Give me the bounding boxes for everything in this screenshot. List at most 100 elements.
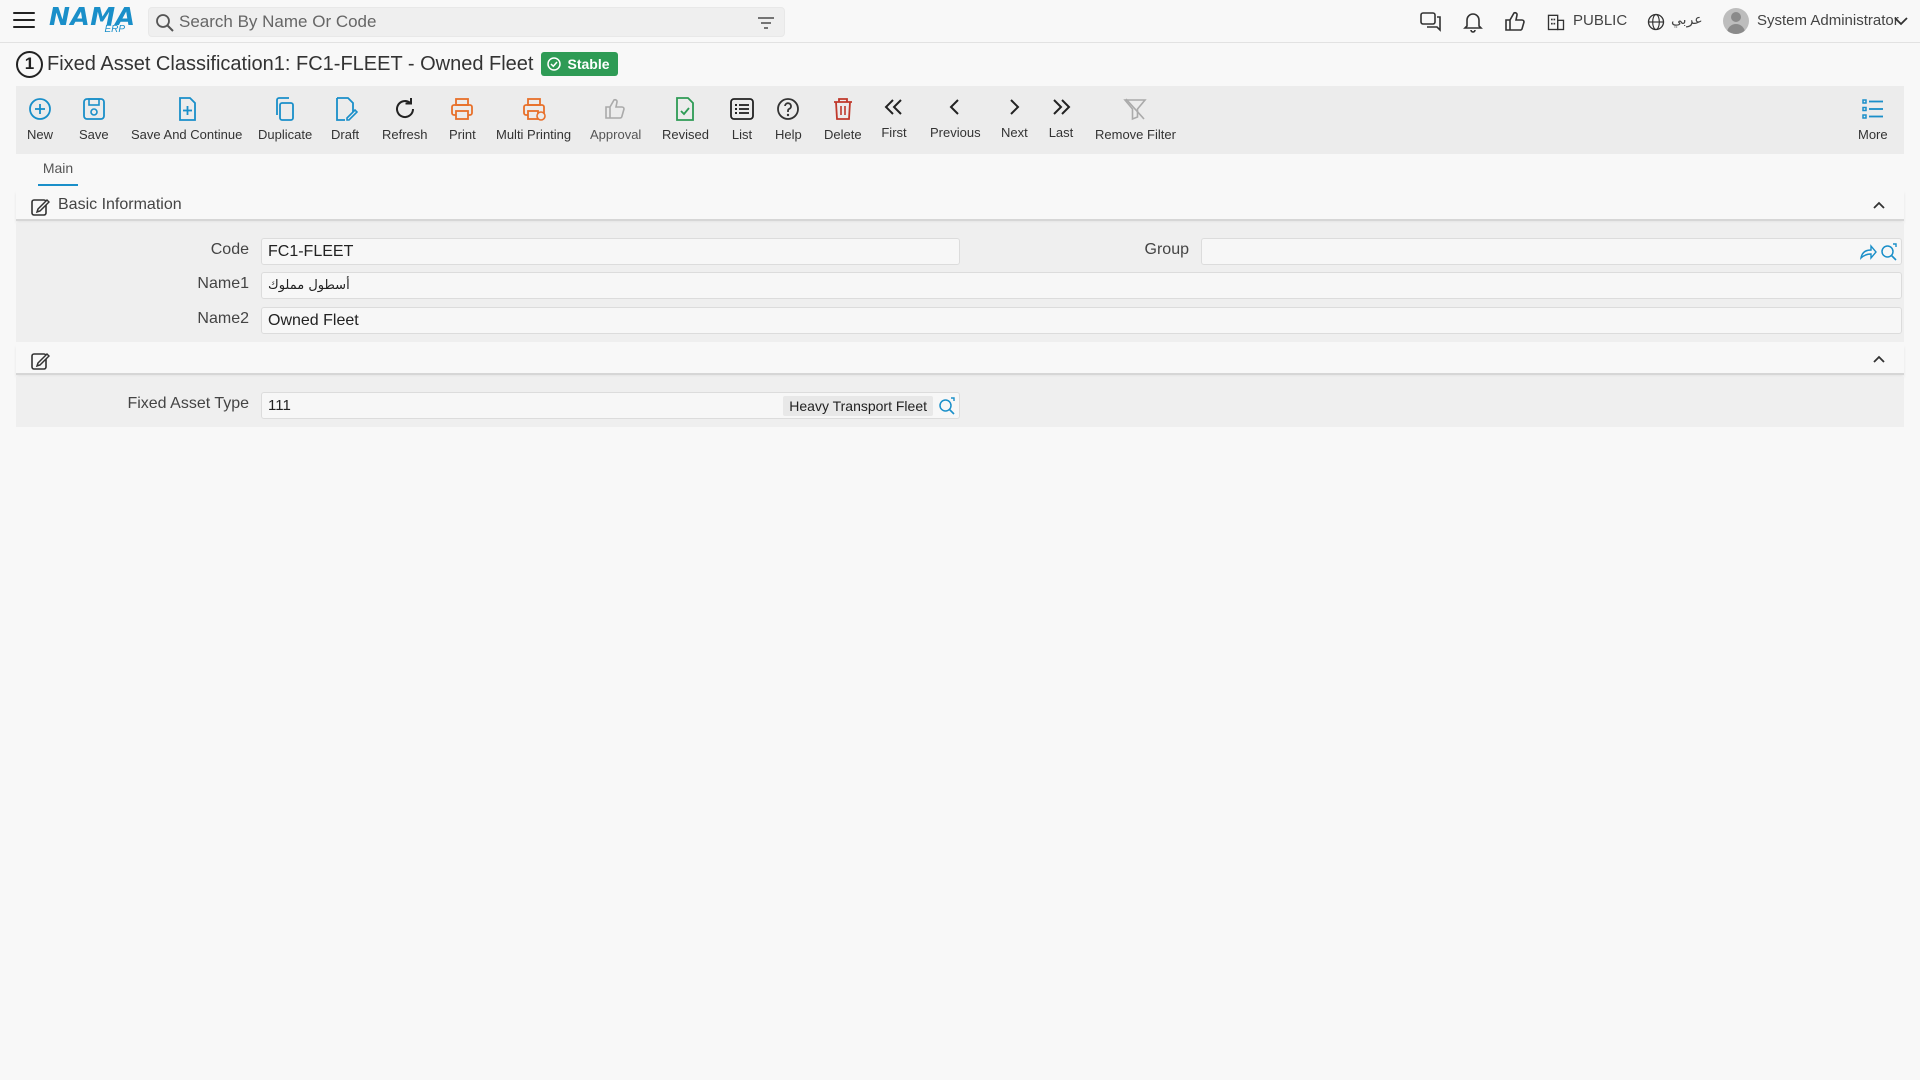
tab-main[interactable]: Main (38, 160, 78, 186)
save-and-continue-button[interactable]: Save And Continue (131, 86, 242, 154)
double-chevron-left-icon (884, 99, 902, 115)
next-record-button[interactable]: Next (1001, 86, 1028, 154)
list-button[interactable]: List (729, 86, 755, 154)
building-icon (1547, 14, 1565, 31)
save-and-continue-label: Save And Continue (131, 127, 243, 142)
last-record-button[interactable]: Last (1048, 86, 1074, 154)
top-bar: NAMA ERP PUBLIC عربي System Administrato… (0, 0, 1920, 43)
revised-button[interactable]: Revised (662, 86, 709, 154)
user-name[interactable]: System Administrator (1757, 12, 1899, 29)
user-avatar[interactable] (1723, 8, 1749, 34)
save-icon (82, 98, 105, 120)
revised-label: Revised (662, 127, 709, 142)
help-button[interactable]: Help (775, 86, 802, 154)
chevron-down-icon[interactable] (1893, 14, 1909, 28)
remove-filter-icon (1123, 98, 1148, 121)
name2-label: Name2 (197, 310, 249, 327)
check-circle-icon (547, 57, 562, 71)
copy-icon (276, 97, 294, 121)
file-plus-icon (178, 97, 196, 121)
draft-label: Draft (331, 127, 360, 142)
chevron-right-icon (1010, 99, 1020, 115)
code-value: FC1-FLEET (268, 243, 354, 260)
remove-filter-label: Remove Filter (1095, 127, 1176, 142)
previous-record-button[interactable]: Previous (930, 86, 981, 154)
approval-label: Approval (590, 127, 642, 142)
draft-button[interactable]: Draft (331, 86, 359, 154)
chevron-up-icon[interactable] (1872, 199, 1886, 211)
print-button[interactable]: Print (449, 86, 476, 154)
additional-section-body: Fixed Asset Type 111 Heavy Transport Fle… (16, 377, 1904, 427)
name2-value: Owned Fleet (268, 312, 359, 329)
duplicate-label: Duplicate (258, 127, 313, 142)
delete-label: Delete (824, 127, 862, 142)
remove-filter-button[interactable]: Remove Filter (1095, 86, 1176, 154)
code-field[interactable]: FC1-FLEET (261, 238, 960, 265)
edit-icon (31, 352, 50, 370)
more-list-icon (1862, 99, 1883, 119)
record-number-badge: 1 (16, 50, 43, 78)
first-record-button[interactable]: First (881, 86, 907, 154)
name1-field[interactable]: أسطول مملوك (261, 272, 1902, 299)
help-label: Help (775, 127, 802, 142)
double-chevron-right-icon (1053, 99, 1071, 115)
refresh-button[interactable]: Refresh (382, 86, 428, 154)
nama-erp-logo[interactable]: NAMA ERP (49, 4, 135, 38)
printer-icon (451, 98, 474, 120)
previous-label: Previous (930, 125, 981, 140)
fixed-asset-type-name: Heavy Transport Fleet (783, 396, 933, 416)
search-input[interactable] (179, 8, 739, 36)
share-arrow-icon[interactable] (1859, 243, 1877, 261)
filter-icon[interactable] (756, 14, 776, 32)
more-button[interactable]: More (1858, 86, 1888, 154)
status-text: Stable (567, 56, 610, 72)
delete-button[interactable]: Delete (824, 86, 862, 154)
branch-selector[interactable]: PUBLIC (1573, 12, 1627, 29)
page-header: 1 Fixed Asset Classification1: FC1-FLEET… (16, 50, 618, 78)
additional-section-header[interactable] (16, 345, 1904, 375)
code-label: Code (210, 241, 249, 258)
first-label: First (881, 125, 907, 140)
multi-printing-button[interactable]: Multi Printing (496, 86, 571, 154)
chevron-left-icon (949, 99, 959, 115)
draft-edit-icon (336, 97, 359, 121)
chevron-up-icon[interactable] (1872, 353, 1886, 365)
duplicate-button[interactable]: Duplicate (258, 86, 312, 154)
approval-button[interactable]: Approval (590, 86, 641, 154)
edit-icon (31, 198, 50, 216)
fixed-asset-type-field[interactable]: 111 Heavy Transport Fleet (261, 392, 960, 419)
trash-icon (833, 98, 852, 120)
search-icon (156, 14, 174, 32)
more-label: More (1858, 127, 1888, 142)
thumbs-up-icon[interactable] (1503, 10, 1527, 34)
new-label: New (27, 127, 54, 142)
basic-information-header[interactable]: Basic Information (16, 191, 1904, 221)
basic-information-body: Code FC1-FLEET Group Name1 أسطول مملوك N… (16, 223, 1904, 342)
help-icon (777, 98, 800, 120)
globe-icon (1647, 13, 1665, 31)
search-box (148, 7, 785, 37)
new-button[interactable]: New (27, 86, 53, 154)
menu-icon[interactable] (13, 12, 35, 30)
next-label: Next (1001, 125, 1028, 140)
list-icon (730, 98, 754, 120)
last-label: Last (1048, 125, 1074, 140)
lookup-search-icon[interactable] (1880, 243, 1898, 261)
list-label: List (731, 127, 753, 142)
refresh-label: Refresh (382, 127, 428, 142)
notification-bell-icon[interactable] (1461, 10, 1485, 34)
chat-icon[interactable] (1419, 10, 1443, 34)
save-button[interactable]: Save (79, 86, 109, 154)
print-label: Print (449, 127, 476, 142)
group-field[interactable] (1201, 238, 1902, 265)
name1-value: أسطول مملوك (268, 278, 350, 293)
fixed-asset-type-label: Fixed Asset Type (127, 395, 249, 412)
logo-subtext: ERP (104, 24, 125, 35)
group-label: Group (1144, 241, 1189, 258)
language-switch[interactable]: عربي (1671, 12, 1703, 28)
name1-label: Name1 (197, 275, 249, 292)
save-label: Save (79, 127, 109, 142)
lookup-search-icon[interactable] (938, 397, 956, 415)
status-badge: Stable (541, 52, 618, 76)
name2-field[interactable]: Owned Fleet (261, 307, 1902, 334)
